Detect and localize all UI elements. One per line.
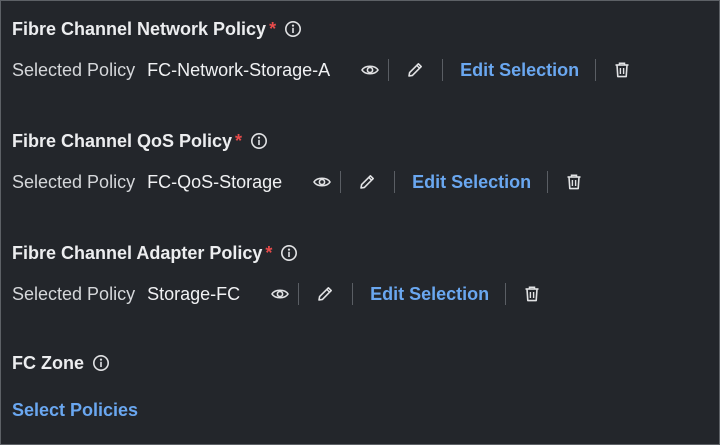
pencil-icon[interactable] [357, 172, 377, 192]
trash-icon[interactable] [612, 60, 632, 80]
selected-policy-label: Selected Policy [12, 283, 136, 304]
required-indicator: * [265, 242, 273, 263]
section-header: FC Zone [12, 352, 110, 374]
selected-policy-row: Selected Policy FC-QoS-Storage Edit Sele… [12, 168, 584, 196]
edit-selection-button[interactable]: Edit Selection [412, 172, 531, 193]
trash-icon[interactable] [522, 284, 542, 304]
section-title: Fibre Channel Network Policy [12, 18, 267, 39]
eye-icon[interactable] [360, 60, 380, 80]
trash-icon[interactable] [564, 172, 584, 192]
pencil-icon[interactable] [405, 60, 425, 80]
info-icon[interactable] [92, 354, 110, 372]
divider [388, 59, 390, 81]
info-icon[interactable] [284, 20, 302, 38]
divider [352, 283, 354, 305]
pencil-icon[interactable] [315, 284, 335, 304]
section-header: Fibre Channel QoS Policy * [12, 130, 268, 152]
selected-policy-label: Selected Policy [12, 59, 136, 80]
divider [442, 59, 444, 81]
required-indicator: * [269, 18, 277, 39]
divider [547, 171, 549, 193]
eye-icon[interactable] [312, 172, 332, 192]
divider [298, 283, 300, 305]
section-header: Fibre Channel Network Policy * [12, 18, 302, 40]
selected-policy-value: FC-Network-Storage-A [147, 59, 331, 80]
divider [505, 283, 507, 305]
policy-panel: Fibre Channel Network Policy * Selected … [0, 0, 720, 445]
section-header: Fibre Channel Adapter Policy * [12, 242, 298, 264]
section-title: Fibre Channel QoS Policy [12, 130, 233, 151]
info-icon[interactable] [250, 132, 268, 150]
edit-selection-button[interactable]: Edit Selection [370, 284, 489, 305]
select-policies-link[interactable]: Select Policies [12, 400, 138, 421]
selected-policy-label: Selected Policy [12, 171, 136, 192]
divider [394, 171, 396, 193]
selected-policy-row: Selected Policy FC-Network-Storage-A Edi… [12, 56, 632, 84]
eye-icon[interactable] [270, 284, 290, 304]
divider [595, 59, 597, 81]
edit-selection-button[interactable]: Edit Selection [460, 60, 579, 81]
info-icon[interactable] [280, 244, 298, 262]
required-indicator: * [235, 130, 243, 151]
section-title: FC Zone [12, 352, 84, 373]
selected-policy-value: FC-QoS-Storage [147, 171, 283, 192]
section-title: Fibre Channel Adapter Policy [12, 242, 263, 263]
selected-policy-value: Storage-FC [147, 283, 241, 304]
selected-policy-row: Selected Policy Storage-FC Edit Selectio… [12, 280, 542, 308]
divider [340, 171, 342, 193]
